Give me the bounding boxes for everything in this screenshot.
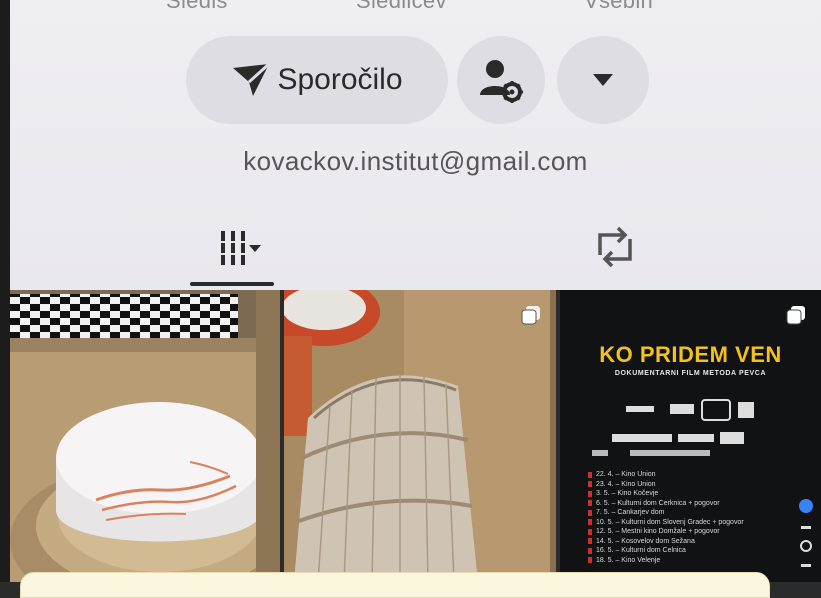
phone-bezel	[0, 0, 10, 582]
poster-title: KO PRIDEM VEN	[599, 342, 782, 367]
list-item: 16. 5. – Kulturni dom Celnica	[588, 546, 788, 556]
multiple-photos-icon	[521, 306, 540, 325]
posts-label[interactable]: Vsebin	[584, 0, 653, 14]
post-thumbnail-cake[interactable]	[10, 290, 280, 582]
list-item: 22. 4. – Kino Union	[588, 470, 788, 480]
list-item: 23. 4. – Kino Union	[588, 480, 788, 490]
post-thumbnail-poster[interactable]: KO PRIDEM VEN DOKUMENTARNI FILM METODA P…	[560, 290, 821, 582]
profile-header: Sledis Sledilcev Vsebin Sporočilo kovack…	[10, 0, 821, 290]
bottom-sheet[interactable]	[20, 572, 770, 598]
poster-subtitle: DOKUMENTARNI FILM METODA PEVCA	[614, 370, 767, 377]
tab-grid[interactable]	[190, 212, 280, 282]
list-item: 7. 5. – Cankarjev dom	[588, 508, 788, 518]
active-tab-indicator	[190, 282, 274, 286]
post-thumbnail-barrel[interactable]	[284, 290, 556, 582]
sponsor-logos	[592, 399, 754, 456]
profile-actions: Sporočilo	[10, 36, 821, 126]
chevron-down-icon	[593, 74, 613, 86]
list-item: 6. 5. – Kulturni dom Cerknica + pogovor	[588, 499, 788, 509]
cake-photo	[10, 290, 280, 582]
user-gear-icon	[480, 60, 523, 103]
screening-list: 22. 4. – Kino Union 23. 4. – Kino Union …	[588, 470, 788, 565]
list-item: 18. 5. – Kino Velenje	[588, 556, 788, 566]
list-item: 14. 5. – Kosovelov dom Sežana	[588, 537, 788, 547]
send-icon	[233, 62, 271, 96]
profile-email[interactable]: kovackov.institut@gmail.com	[10, 146, 821, 177]
grid-icon	[221, 231, 261, 265]
list-item: 10. 5. – Kulturni dom Slovenj Gradec + p…	[588, 518, 788, 528]
message-button[interactable]: Sporočilo	[186, 36, 448, 124]
repost-icon	[598, 226, 632, 268]
posts-grid: KO PRIDEM VEN DOKUMENTARNI FILM METODA P…	[10, 290, 821, 582]
tab-reposts[interactable]	[570, 212, 660, 282]
account-settings-button[interactable]	[457, 36, 545, 124]
profile-tabs	[10, 212, 821, 290]
list-item: 3. 5. – Kino Kočevje	[588, 489, 788, 499]
multiple-photos-icon	[786, 306, 805, 325]
more-options-button[interactable]	[557, 36, 649, 124]
message-label: Sporočilo	[277, 63, 403, 96]
following-label[interactable]: Sledis	[166, 0, 228, 14]
floating-side-icons	[799, 499, 813, 567]
followers-label[interactable]: Sledilcev	[356, 0, 447, 14]
messenger-icon	[799, 499, 813, 513]
list-item: 12. 5. – Mestni kino Domžale + pogovor	[588, 527, 788, 537]
profile-stats: Sledis Sledilcev Vsebin	[10, 0, 821, 16]
barrel-model-photo	[284, 290, 556, 582]
